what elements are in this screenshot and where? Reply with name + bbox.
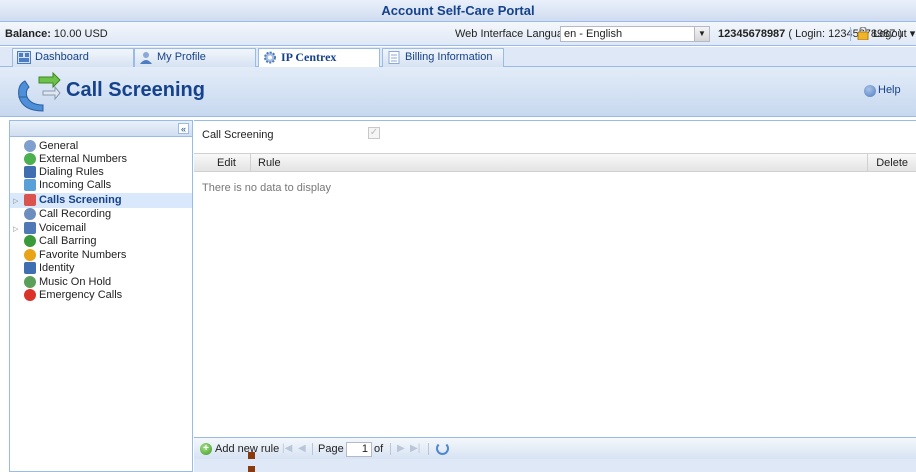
call-screening-label: Call Screening (202, 129, 274, 141)
identity-icon (24, 262, 36, 274)
footer-strip (194, 459, 916, 472)
page-label: Page (318, 443, 344, 455)
dashboard-icon (17, 51, 31, 64)
refresh-icon[interactable] (436, 442, 449, 455)
next-page-icon[interactable]: ▶ (397, 438, 405, 460)
help-link[interactable]: Help (878, 84, 901, 96)
sidebar-item-label: Calls Screening (39, 194, 122, 206)
column-rule[interactable]: Rule (258, 154, 281, 172)
account-number: 12345678987 (718, 28, 786, 40)
tab-label: My Profile (157, 51, 206, 63)
divider (312, 443, 313, 455)
sidebar-item-label: Incoming Calls (39, 179, 112, 191)
sidebar-item-label: Identity (39, 262, 75, 274)
chevron-down-icon: ▾ (909, 28, 916, 40)
collapse-icon[interactable]: « (178, 123, 189, 134)
main-tabs: Dashboard My Profile IP Centrex Billing … (0, 47, 916, 68)
sidebar-item-favorite-numbers[interactable]: Favorite Numbers (10, 249, 192, 262)
tab-billing-information[interactable]: Billing Information (382, 48, 504, 67)
tab-label: Dashboard (35, 51, 89, 63)
sidebar-item-label: Dialing Rules (39, 166, 104, 178)
info-bar: Balance: 10.00 USD Web Interface Languag… (0, 22, 916, 46)
sidebar-item-voicemail[interactable]: ▷ Voicemail (10, 222, 192, 235)
sidebar-item-dialing-rules[interactable]: Dialing Rules (10, 166, 192, 179)
divider (250, 154, 251, 172)
balance-label: Balance: (5, 28, 51, 40)
divider (390, 443, 391, 455)
divider (428, 443, 429, 455)
lock-icon (857, 27, 869, 40)
external-numbers-icon (24, 153, 36, 165)
sidebar: « General External Numbers Dialing Rules… (9, 120, 193, 472)
last-page-icon[interactable]: ▶| (410, 438, 420, 460)
dialing-rules-icon (24, 166, 36, 178)
language-select[interactable]: en - English (560, 26, 710, 42)
calls-screening-icon (24, 194, 36, 206)
sidebar-item-call-recording[interactable]: Call Recording (10, 208, 192, 221)
favorite-numbers-icon (24, 249, 36, 261)
marker-icon (248, 452, 255, 459)
profile-icon (140, 52, 152, 64)
logout-label: Logout (873, 28, 907, 40)
sidebar-item-label: Favorite Numbers (39, 249, 127, 261)
logout-button[interactable]: Logout ▾ (873, 22, 915, 46)
previous-page-icon[interactable]: ◀ (298, 438, 306, 460)
app-title: Account Self-Care Portal (0, 0, 916, 22)
incoming-calls-icon (24, 179, 36, 191)
expand-arrow-icon[interactable]: ▷ (13, 194, 18, 209)
sidebar-item-external-numbers[interactable]: External Numbers (10, 153, 192, 166)
sidebar-item-label: General (39, 140, 79, 152)
sidebar-item-music-on-hold[interactable]: Music On Hold (10, 276, 192, 289)
call-barring-icon (24, 235, 36, 247)
gear-icon (24, 140, 36, 152)
sidebar-item-emergency-calls[interactable]: Emergency Calls (10, 289, 192, 302)
sidebar-item-incoming-calls[interactable]: Incoming Calls (10, 179, 192, 192)
help-icon[interactable] (864, 85, 876, 97)
column-delete[interactable]: Delete (867, 154, 908, 172)
sidebar-item-label: Music On Hold (39, 276, 112, 288)
sidebar-item-identity[interactable]: Identity (10, 262, 192, 275)
balance: Balance: 10.00 USD (5, 22, 108, 46)
first-page-icon[interactable]: |◀ (282, 438, 292, 460)
sidebar-item-label: Voicemail (39, 222, 87, 234)
sidebar-item-call-barring[interactable]: Call Barring (10, 235, 192, 248)
call-screening-checkbox[interactable]: ✓ (368, 127, 380, 139)
page-number-input[interactable]: 1 (346, 442, 372, 457)
page-title: Call Screening (66, 79, 205, 101)
add-icon[interactable]: + (200, 443, 212, 455)
column-edit[interactable]: Edit (217, 154, 236, 172)
voicemail-icon (24, 222, 36, 234)
gear-icon (264, 51, 276, 64)
sidebar-item-label: Call Recording (39, 208, 112, 220)
tab-label: IP Centrex (281, 50, 337, 64)
call-recording-icon (24, 208, 36, 220)
emergency-calls-icon (24, 289, 36, 301)
main-panel: Call Screening ✓ Edit Rule Delete There … (194, 120, 916, 472)
sidebar-item-label: Emergency Calls (39, 289, 123, 301)
tab-ip-centrex[interactable]: IP Centrex (258, 48, 380, 68)
divider (850, 27, 851, 41)
tab-my-profile[interactable]: My Profile (134, 48, 256, 67)
pager-toolbar: + Add new rule |◀ ◀ Page 1 of ▶ ▶| (194, 437, 916, 459)
document-icon (388, 51, 400, 64)
tab-dashboard[interactable]: Dashboard (12, 48, 134, 67)
sidebar-item-calls-screening[interactable]: ▷ Calls Screening (10, 193, 192, 208)
sidebar-header: « (10, 121, 192, 137)
sidebar-item-label: Call Barring (39, 235, 97, 247)
rules-grid-header: Edit Rule Delete (194, 153, 916, 172)
marker-icon (248, 466, 255, 472)
of-label: of (374, 443, 384, 455)
sidebar-item-label: External Numbers (39, 153, 128, 165)
sidebar-item-general[interactable]: General (10, 140, 192, 153)
tab-label: Billing Information (405, 51, 493, 63)
music-on-hold-icon (24, 276, 36, 288)
chevron-down-icon[interactable]: ▼ (694, 26, 710, 42)
page-header: Call Screening Help (0, 67, 916, 117)
call-screening-icon (18, 71, 61, 112)
empty-message: There is no data to display (202, 182, 332, 194)
balance-value: 10.00 USD (53, 28, 108, 40)
